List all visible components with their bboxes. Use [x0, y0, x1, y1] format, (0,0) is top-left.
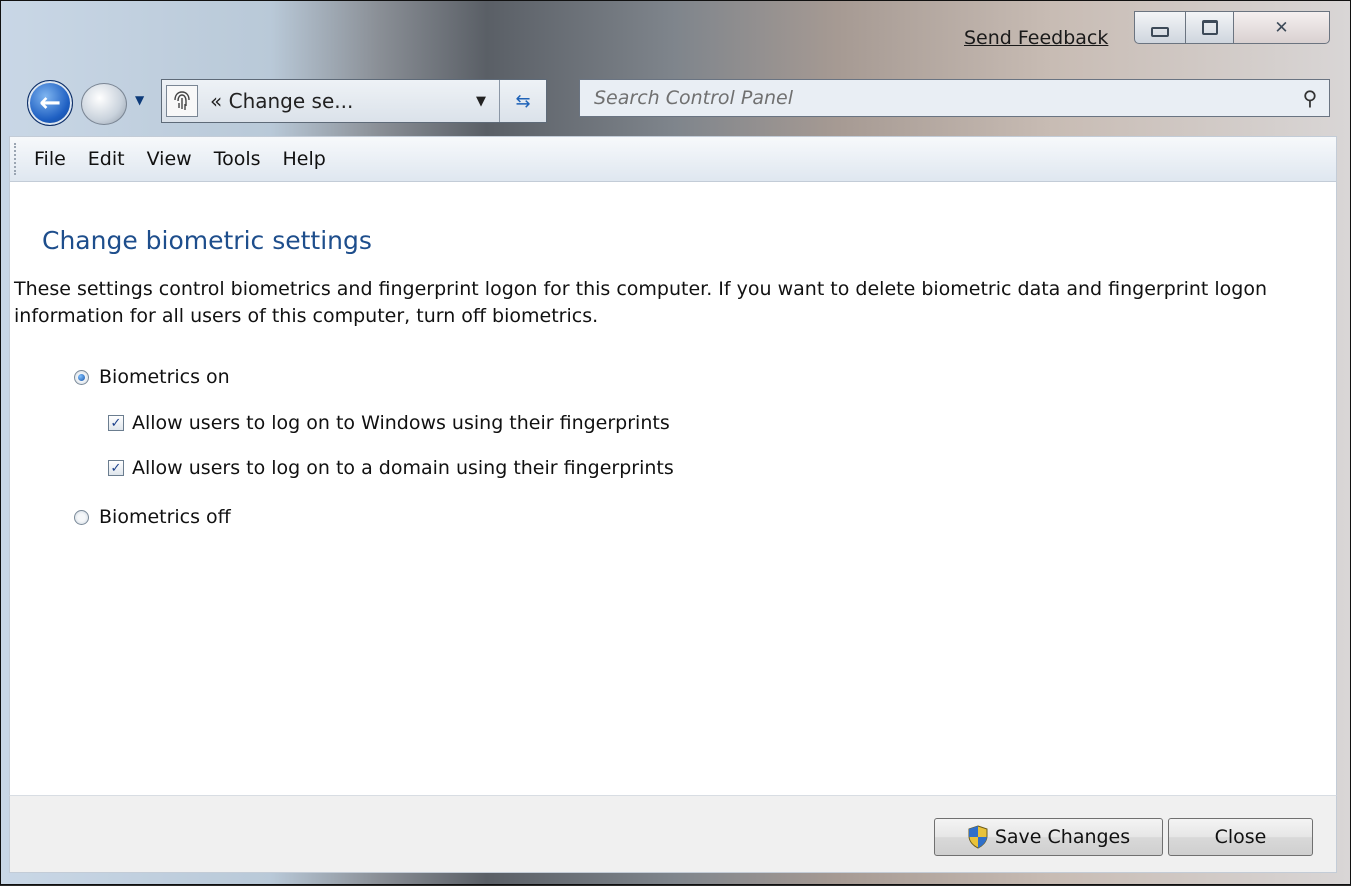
- uac-shield-icon: [968, 825, 988, 849]
- close-button[interactable]: Close: [1168, 818, 1313, 856]
- search-icon[interactable]: ⚲: [1291, 86, 1329, 110]
- refresh-icon: ⇆: [515, 90, 531, 112]
- send-feedback-link[interactable]: Send Feedback: [964, 27, 1108, 49]
- page-title: Change biometric settings: [42, 226, 372, 255]
- allow-windows-logon-checkbox[interactable]: ✓: [108, 415, 124, 431]
- menu-help[interactable]: Help: [273, 144, 336, 174]
- control-panel-window: Send Feedback ✕ ← ▼ « Change se... ▼ ⇆ S…: [0, 0, 1351, 885]
- save-changes-label: Save Changes: [994, 826, 1131, 848]
- refresh-button[interactable]: ⇆: [499, 80, 546, 122]
- biometrics-on-radio[interactable]: [74, 369, 89, 385]
- search-input[interactable]: [580, 86, 1291, 110]
- window-title-bar: Send Feedback ✕ ← ▼ « Change se... ▼ ⇆ S…: [1, 1, 1350, 185]
- biometrics-off-label: Biometrics off: [99, 506, 231, 528]
- biometrics-on-label: Biometrics on: [99, 366, 230, 388]
- menu-tools[interactable]: Tools: [204, 144, 271, 174]
- back-button[interactable]: ←: [27, 80, 73, 126]
- chevron-down-icon[interactable]: ▼: [463, 94, 499, 109]
- window-bottom-frame: [1, 873, 1350, 886]
- biometrics-off-radio[interactable]: [74, 509, 89, 525]
- breadcrumb-current: Change se...: [228, 89, 354, 113]
- caption-buttons: ✕: [1134, 11, 1330, 44]
- maximize-icon: [1201, 20, 1218, 35]
- menu-grip: [14, 143, 19, 175]
- biometrics-on-option[interactable]: Biometrics on: [74, 366, 230, 388]
- menu-edit[interactable]: Edit: [78, 144, 135, 174]
- maximize-button[interactable]: [1186, 11, 1234, 44]
- button-bar: Save Changes Close: [9, 795, 1337, 873]
- menu-view[interactable]: View: [137, 144, 202, 174]
- close-icon: ✕: [1274, 17, 1289, 38]
- address-text: « Change se...: [210, 89, 463, 113]
- settings-content: Change biometric settings These settings…: [9, 182, 1337, 795]
- window-close-button[interactable]: ✕: [1234, 11, 1330, 44]
- allow-domain-logon-checkbox[interactable]: ✓: [108, 460, 124, 476]
- forward-button[interactable]: [81, 83, 127, 125]
- address-bar[interactable]: « Change se... ▼ ⇆: [161, 79, 547, 123]
- fingerprint-icon: [166, 85, 198, 117]
- menu-bar: File Edit View Tools Help: [9, 136, 1337, 182]
- close-label: Close: [1214, 826, 1267, 848]
- biometrics-off-option[interactable]: Biometrics off: [74, 506, 231, 528]
- allow-windows-logon-label: Allow users to log on to Windows using t…: [132, 412, 670, 434]
- back-arrow-icon: ←: [39, 88, 61, 118]
- allow-domain-logon-option[interactable]: ✓ Allow users to log on to a domain usin…: [108, 457, 674, 479]
- minimize-button[interactable]: [1134, 11, 1186, 44]
- menu-file[interactable]: File: [24, 144, 76, 174]
- recent-pages-dropdown[interactable]: ▼: [135, 93, 144, 107]
- breadcrumb-chevrons: «: [210, 89, 223, 113]
- page-description: These settings control biometrics and fi…: [14, 278, 1268, 327]
- save-changes-button[interactable]: Save Changes: [934, 818, 1163, 856]
- allow-domain-logon-label: Allow users to log on to a domain using …: [132, 457, 674, 479]
- minimize-icon: [1151, 26, 1169, 37]
- allow-windows-logon-option[interactable]: ✓ Allow users to log on to Windows using…: [108, 412, 670, 434]
- search-box: ⚲: [579, 79, 1330, 117]
